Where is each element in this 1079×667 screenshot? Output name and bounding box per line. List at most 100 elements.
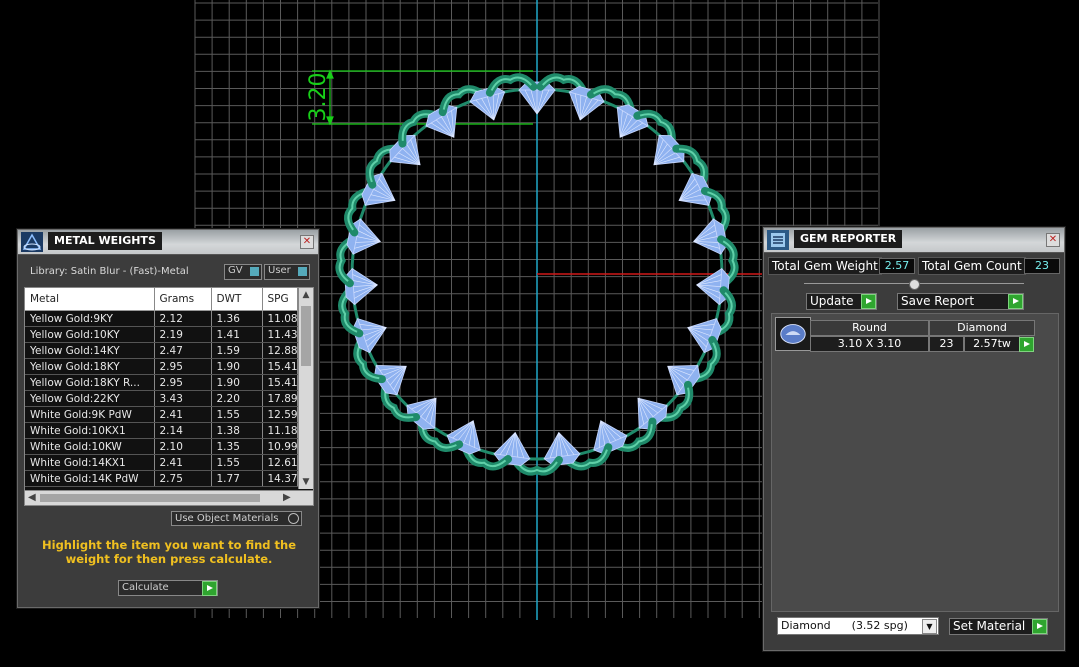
table-cell: 2.20 bbox=[211, 390, 263, 407]
table-cell: 1.59 bbox=[211, 342, 263, 359]
total-gem-weight-value: 2.57 bbox=[879, 258, 915, 274]
table-cell: 14.37 bbox=[262, 470, 298, 487]
gem-stone bbox=[695, 267, 730, 306]
table-row[interactable]: White Gold:14K PdW 2.75 1.77 14.37 bbox=[25, 470, 298, 487]
table-cell: 12.59 bbox=[262, 406, 298, 423]
close-icon[interactable]: ✕ bbox=[300, 235, 314, 249]
scroll-down-icon[interactable]: ▼ bbox=[299, 475, 313, 489]
hint-text: Highlight the item you want to find the … bbox=[42, 538, 296, 566]
table-cell: Yellow Gold:18KY bbox=[25, 358, 155, 375]
table-row[interactable]: White Gold:10KX1 2.14 1.38 11.18 bbox=[25, 422, 298, 439]
table-cell: 1.55 bbox=[211, 406, 263, 423]
gem-row-arrow-icon[interactable] bbox=[1019, 337, 1034, 352]
table-cell: 12.88 bbox=[262, 342, 298, 359]
table-cell: 2.12 bbox=[154, 310, 212, 327]
metal-weights-app-icon bbox=[21, 232, 43, 252]
scroll-thumb[interactable] bbox=[301, 306, 311, 366]
table-cell: 2.95 bbox=[154, 358, 212, 375]
metal-weights-titlebar[interactable]: METAL WEIGHTS ✕ bbox=[18, 230, 318, 255]
table-row[interactable]: White Gold:9K PdW 2.41 1.55 12.59 bbox=[25, 406, 298, 423]
toggle-indicator-icon bbox=[298, 267, 307, 276]
table-cell: 11.43 bbox=[262, 326, 298, 343]
table-cell: 2.14 bbox=[154, 422, 212, 439]
gem-stone bbox=[389, 134, 421, 166]
table-cell: 11.18 bbox=[262, 422, 298, 439]
table-row[interactable]: Yellow Gold:10KY 2.19 1.41 11.43 bbox=[25, 326, 298, 343]
table-cell: 11.08 bbox=[262, 310, 298, 327]
table-row[interactable]: Yellow Gold:22KY 3.43 2.20 17.89 bbox=[25, 390, 298, 407]
column-header[interactable]: SPG bbox=[262, 288, 298, 311]
gem-list-row[interactable]: Round Diamond 3.10 X 3.10 23 2.57tw bbox=[775, 317, 1035, 352]
table-cell: 2.95 bbox=[154, 374, 212, 391]
table-row[interactable]: Yellow Gold:14KY 2.47 1.59 12.88 bbox=[25, 342, 298, 359]
column-header[interactable]: Grams bbox=[154, 288, 212, 311]
gem-reporter-titlebar[interactable]: GEM REPORTER ✕ bbox=[764, 228, 1064, 253]
table-cell: 15.41 bbox=[262, 374, 298, 391]
scroll-right-icon[interactable]: ▶ bbox=[283, 491, 291, 505]
play-arrow-icon bbox=[861, 294, 876, 309]
user-toggle[interactable]: User bbox=[264, 264, 310, 280]
save-report-button[interactable]: Save Report bbox=[897, 293, 1024, 310]
library-label: Library: Satin Blur - (Fast)-Metal bbox=[30, 266, 189, 277]
table-cell: Yellow Gold:10KY bbox=[25, 326, 155, 343]
chevron-down-icon[interactable]: ▼ bbox=[922, 619, 937, 634]
table-cell: White Gold:10KX1 bbox=[25, 422, 155, 439]
column-header[interactable]: DWT bbox=[211, 288, 263, 311]
scroll-up-icon[interactable]: ▲ bbox=[299, 288, 313, 302]
slider-handle-icon[interactable] bbox=[909, 279, 920, 290]
table-row[interactable]: Yellow Gold:9KY 2.12 1.36 11.08 bbox=[25, 310, 298, 327]
dimension-label: 3.20 bbox=[306, 73, 331, 122]
table-cell: 1.41 bbox=[211, 326, 263, 343]
gv-toggle[interactable]: GV bbox=[224, 264, 262, 280]
table-cell: 1.90 bbox=[211, 358, 263, 375]
material-select[interactable]: Diamond (3.52 spg) ▼ bbox=[777, 617, 939, 635]
table-cell: 1.35 bbox=[211, 438, 263, 455]
use-object-materials-label: Use Object Materials bbox=[175, 513, 279, 524]
table-cell: 2.19 bbox=[154, 326, 212, 343]
gem-weight: 2.57tw bbox=[964, 336, 1020, 352]
table-row[interactable]: White Gold:10KW 2.10 1.35 10.99 bbox=[25, 438, 298, 455]
table-cell: White Gold:9K PdW bbox=[25, 406, 155, 423]
horizontal-scrollbar[interactable]: ◀ ▶ bbox=[25, 490, 313, 505]
table-cell: White Gold:10KW bbox=[25, 438, 155, 455]
total-gem-count-label: Total Gem Count bbox=[918, 257, 1026, 275]
set-material-button[interactable]: Set Material bbox=[949, 618, 1048, 635]
scroll-left-icon[interactable]: ◀ bbox=[28, 491, 36, 505]
use-object-materials-button[interactable]: Use Object Materials bbox=[171, 511, 302, 526]
table-cell: Yellow Gold:22KY bbox=[25, 390, 155, 407]
column-header[interactable]: Metal bbox=[25, 288, 155, 311]
table-cell: Yellow Gold:14KY bbox=[25, 342, 155, 359]
table-row[interactable]: White Gold:14KX1 2.41 1.55 12.61 bbox=[25, 454, 298, 471]
play-arrow-icon bbox=[202, 581, 217, 596]
gem-size: 3.10 X 3.10 bbox=[810, 336, 929, 352]
table-cell: 17.89 bbox=[262, 390, 298, 407]
vertical-scrollbar[interactable]: ▲ ▼ bbox=[298, 288, 313, 489]
save-report-label: Save Report bbox=[901, 294, 975, 308]
table-cell: 2.41 bbox=[154, 454, 212, 471]
calculate-button[interactable]: Calculate bbox=[118, 580, 218, 596]
table-cell: Yellow Gold:9KY bbox=[25, 310, 155, 327]
table-cell: White Gold:14K PdW bbox=[25, 470, 155, 487]
gv-toggle-label: GV bbox=[228, 265, 243, 276]
gem-stone bbox=[667, 364, 701, 396]
total-gem-weight-label: Total Gem Weight bbox=[768, 257, 882, 275]
toggle-indicator-icon bbox=[250, 267, 259, 276]
metal-table-container: Metal Grams DWT SPG Yellow Gold:9KY 2.12 1.36… bbox=[24, 287, 314, 506]
table-cell: 1.55 bbox=[211, 454, 263, 471]
gem-count: 23 bbox=[929, 336, 964, 352]
play-arrow-icon bbox=[1032, 619, 1047, 634]
gem-material: Diamond bbox=[929, 320, 1035, 336]
table-cell: White Gold:14KX1 bbox=[25, 454, 155, 471]
close-icon[interactable]: ✕ bbox=[1046, 233, 1060, 247]
update-button[interactable]: Update bbox=[806, 293, 877, 310]
update-label: Update bbox=[810, 294, 854, 308]
table-cell: 2.47 bbox=[154, 342, 212, 359]
metal-table: Metal Grams DWT SPG Yellow Gold:9KY 2.12 1.36… bbox=[25, 288, 298, 487]
gem-report-app-icon bbox=[767, 230, 789, 250]
metal-weights-title: METAL WEIGHTS bbox=[48, 232, 162, 250]
hscroll-thumb[interactable] bbox=[40, 494, 260, 502]
table-row[interactable]: Yellow Gold:18KY R... 2.95 1.90 15.41 bbox=[25, 374, 298, 391]
metal-table-header: Metal Grams DWT SPG bbox=[25, 288, 298, 311]
table-cell: 15.41 bbox=[262, 358, 298, 375]
table-row[interactable]: Yellow Gold:18KY 2.95 1.90 15.41 bbox=[25, 358, 298, 375]
